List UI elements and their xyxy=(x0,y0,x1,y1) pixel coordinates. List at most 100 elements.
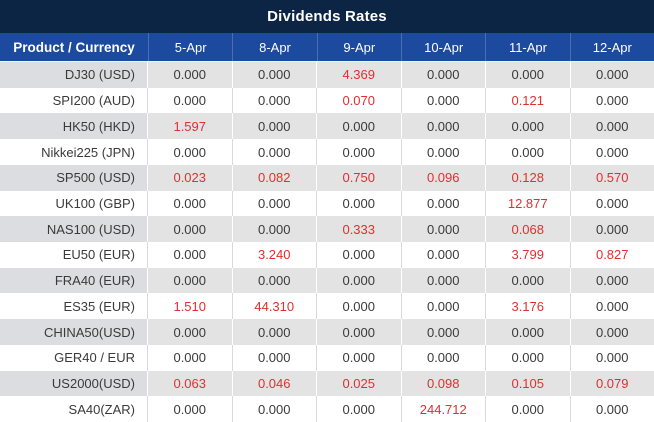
value-cell: 0.000 xyxy=(233,113,317,140)
value-cell: 0.000 xyxy=(595,401,629,417)
value-cell: 0.570 xyxy=(595,170,629,186)
value-cell: 0.000 xyxy=(595,195,629,211)
header-date-col: 5-Apr xyxy=(148,33,232,61)
value-cell: 44.310 xyxy=(233,293,317,320)
table-row: GER40 / EUR 0.000 0.000 0.000 0.000 0.000 0.00… xyxy=(0,344,654,371)
value-cell: 0.000 xyxy=(317,267,402,294)
value-cell: 0.000 xyxy=(317,344,402,371)
value-cell: 1.510 xyxy=(148,293,233,320)
value-cell: 244.712 xyxy=(402,396,486,422)
value-cell: 0.000 xyxy=(595,221,629,237)
value-cell: 0.000 xyxy=(595,67,629,83)
table-row: DJ30 (USD) 0.000 0.000 4.369 0.000 0.000 0.000 xyxy=(0,62,654,88)
value-cell: 0.827 xyxy=(595,247,629,263)
value-cell: 0.000 xyxy=(486,113,571,140)
product-cell: DJ30 (USD) xyxy=(0,62,148,88)
value-cell: 3.176 xyxy=(486,293,571,320)
header-date-col: 10-Apr xyxy=(400,33,485,61)
value-cell: 0.000 xyxy=(148,190,233,217)
product-cell: GER40 / EUR xyxy=(0,344,148,371)
value-cell: 0.750 xyxy=(317,164,402,191)
value-cell: 3.240 xyxy=(233,242,317,268)
value-cell: 0.000 xyxy=(402,62,486,88)
value-cell: 0.082 xyxy=(233,164,317,191)
value-cell: 0.000 xyxy=(486,396,571,422)
table-row: SP500 (USD) 0.023 0.082 0.750 0.096 0.128 0.57… xyxy=(0,164,654,191)
value-cell: 0.000 xyxy=(402,216,486,243)
table-body: DJ30 (USD) 0.000 0.000 4.369 0.000 0.000 0.000… xyxy=(0,61,654,422)
value-cell: 0.000 xyxy=(402,139,486,165)
table-row: UK100 (GBP) 0.000 0.000 0.000 0.000 12.877 0.0… xyxy=(0,190,654,217)
value-cell: 0.000 xyxy=(148,267,233,294)
table-row: US2000(USD) 0.063 0.046 0.025 0.098 0.105 0.07… xyxy=(0,370,654,397)
value-cell: 0.000 xyxy=(317,139,402,165)
value-cell: 0.000 xyxy=(233,139,317,165)
value-cell: 0.000 xyxy=(148,344,233,371)
value-cell: 0.128 xyxy=(486,164,571,191)
value-cell: 0.000 xyxy=(595,298,629,314)
product-cell: SP500 (USD) xyxy=(0,164,148,191)
value-cell: 0.000 xyxy=(233,62,317,88)
value-cell: 0.000 xyxy=(595,93,629,109)
value-cell: 0.000 xyxy=(486,62,571,88)
table-row: Nikkei225 (JPN) 0.000 0.000 0.000 0.000 0.000… xyxy=(0,139,654,165)
dividends-rates-table: Dividends Rates Product / Currency 5-Apr… xyxy=(0,0,654,422)
value-cell: 0.000 xyxy=(148,216,233,243)
value-cell: 0.070 xyxy=(317,87,402,114)
value-cell: 0.079 xyxy=(595,375,629,391)
value-cell: 0.000 xyxy=(402,344,486,371)
value-cell: 0.000 xyxy=(233,267,317,294)
value-cell: 0.000 xyxy=(486,139,571,165)
header-product-currency: Product / Currency xyxy=(13,39,135,55)
table-title: Dividends Rates xyxy=(0,0,654,33)
product-cell: NAS100 (USD) xyxy=(0,216,148,243)
value-cell: 0.000 xyxy=(486,267,571,294)
table-row: NAS100 (USD) 0.000 0.000 0.333 0.000 0.068 0.0… xyxy=(0,216,654,243)
value-cell: 0.000 xyxy=(233,216,317,243)
product-cell: SPI200 (AUD) xyxy=(0,87,148,114)
header-date-col: 9-Apr xyxy=(316,33,401,61)
value-cell: 0.000 xyxy=(595,144,629,160)
value-cell: 0.046 xyxy=(233,370,317,397)
value-cell: 0.000 xyxy=(402,87,486,114)
header-date-col: 11-Apr xyxy=(485,33,569,61)
value-cell: 0.000 xyxy=(233,344,317,371)
value-cell: 0.000 xyxy=(148,139,233,165)
product-cell: UK100 (GBP) xyxy=(0,190,148,217)
value-cell: 0.000 xyxy=(233,190,317,217)
header-row: Product / Currency 5-Apr 8-Apr 9-Apr 10-… xyxy=(0,33,654,61)
value-cell: 0.000 xyxy=(402,242,486,268)
product-cell: Nikkei225 (JPN) xyxy=(0,139,148,165)
table-row: CHINA50(USD) 0.000 0.000 0.000 0.000 0.000 0.0… xyxy=(0,319,654,345)
value-cell: 4.369 xyxy=(317,62,402,88)
value-cell: 0.000 xyxy=(317,242,402,268)
value-cell: 0.000 xyxy=(148,87,233,114)
table-row: HK50 (HKD) 1.597 0.000 0.000 0.000 0.000 0.000 xyxy=(0,113,654,140)
value-cell: 0.063 xyxy=(148,370,233,397)
value-cell: 0.000 xyxy=(317,293,402,320)
product-cell: US2000(USD) xyxy=(0,370,148,397)
table-row: ES35 (EUR) 1.510 44.310 0.000 0.000 3.176 0.00… xyxy=(0,293,654,320)
product-cell: FRA40 (EUR) xyxy=(0,267,148,294)
value-cell: 0.096 xyxy=(402,164,486,191)
value-cell: 0.000 xyxy=(402,319,486,345)
value-cell: 12.877 xyxy=(486,190,571,217)
product-cell: HK50 (HKD) xyxy=(0,113,148,140)
product-cell: CHINA50(USD) xyxy=(0,319,148,345)
value-cell: 0.098 xyxy=(402,370,486,397)
value-cell: 0.000 xyxy=(148,396,233,422)
value-cell: 0.023 xyxy=(148,164,233,191)
value-cell: 0.000 xyxy=(317,319,402,345)
value-cell: 0.000 xyxy=(317,113,402,140)
value-cell: 0.000 xyxy=(148,62,233,88)
value-cell: 0.000 xyxy=(317,190,402,217)
table-row: FRA40 (EUR) 0.000 0.000 0.000 0.000 0.000 0.00… xyxy=(0,267,654,294)
value-cell: 0.000 xyxy=(595,273,629,289)
value-cell: 0.000 xyxy=(233,87,317,114)
value-cell: 0.000 xyxy=(595,350,629,366)
table-row: SA40(ZAR) 0.000 0.000 0.000 244.712 0.000 0.00… xyxy=(0,396,654,422)
value-cell: 0.025 xyxy=(317,370,402,397)
header-date-col: 12-Apr xyxy=(569,33,654,61)
value-cell: 0.000 xyxy=(148,319,233,345)
value-cell: 1.597 xyxy=(148,113,233,140)
